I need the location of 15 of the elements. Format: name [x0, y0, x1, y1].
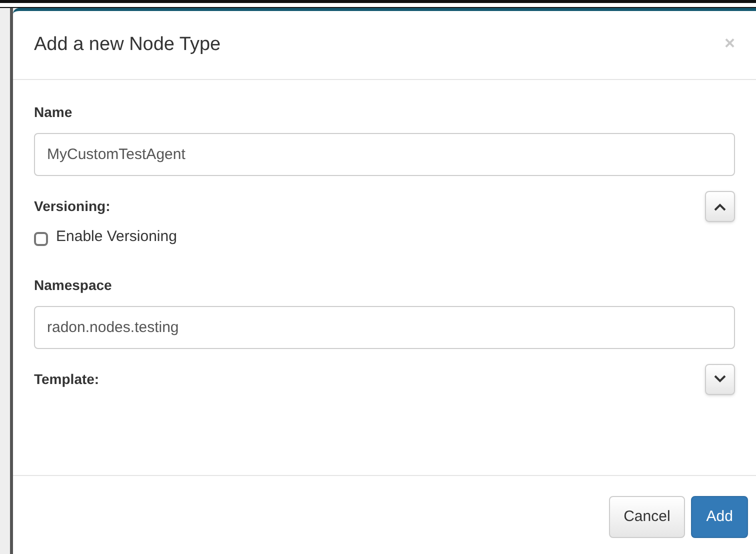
chevron-down-icon [714, 375, 726, 383]
field-label: Namespace [34, 276, 113, 295]
toggle-button[interactable] [705, 364, 735, 394]
section-label: Template: [34, 370, 100, 389]
text-field[interactable]: radon.nodes.testing [34, 306, 735, 348]
add-button[interactable]: Add [691, 496, 748, 538]
section-label: Versioning: [34, 197, 110, 216]
cancel-button[interactable]: Cancel [608, 496, 686, 538]
checkbox-label: Enable Versioning [56, 227, 177, 247]
chevron-up-icon [714, 202, 726, 210]
text-field[interactable]: MyCustomTestAgent [34, 133, 735, 176]
toggle-button[interactable] [705, 191, 735, 222]
checkbox[interactable] [34, 232, 48, 246]
dialog-title: Add a new Node Type [34, 32, 221, 57]
field-label: Name [34, 103, 74, 122]
